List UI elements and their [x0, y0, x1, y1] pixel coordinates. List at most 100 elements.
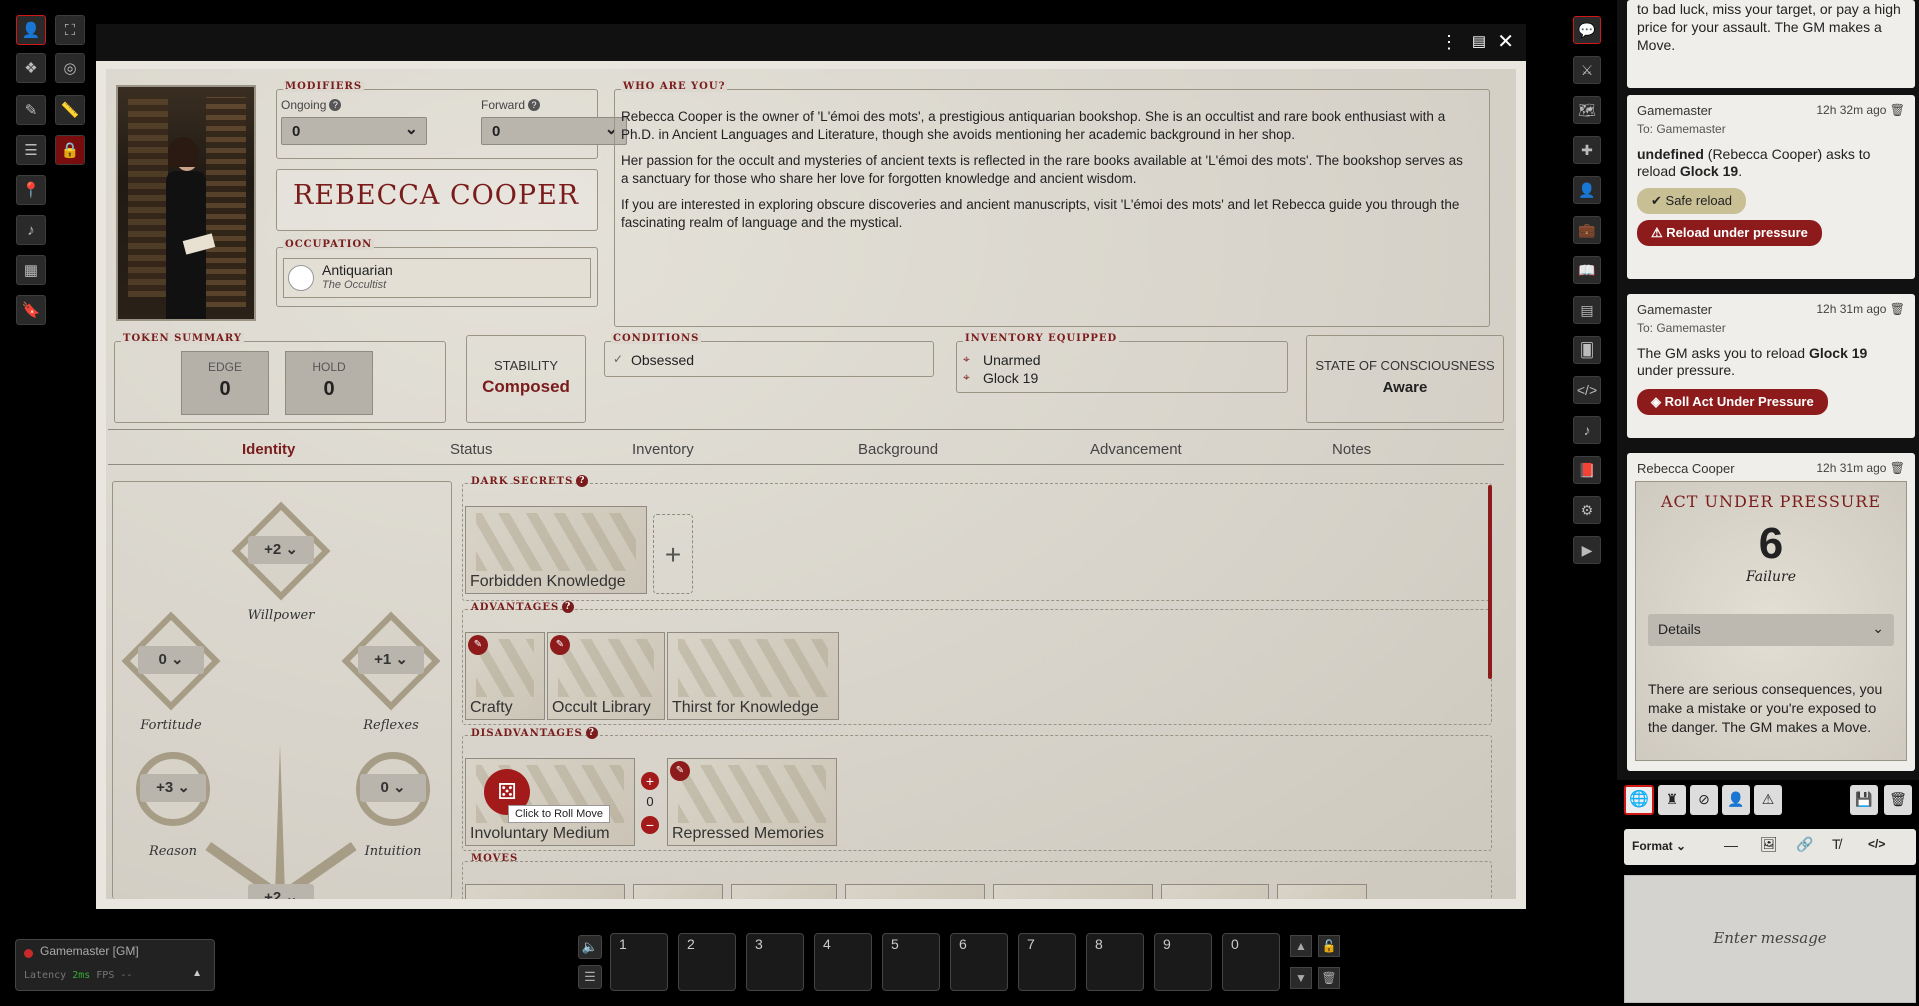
details-dropdown[interactable]: Details ⌄ [1648, 614, 1894, 646]
tab-status[interactable]: Status [450, 441, 493, 458]
public-roll-icon[interactable]: 🌐 [1624, 785, 1654, 815]
link-icon[interactable]: 🔗 [1796, 836, 1813, 853]
edge-counter[interactable]: EDGE 0 [181, 351, 269, 415]
biography-section[interactable]: who are you? Rebecca Cooper is the owner… [614, 81, 1490, 327]
trash-icon[interactable]: 🗑 [1890, 103, 1905, 117]
consciousness-box[interactable]: STATE OF CONSCIOUSNESS Aware [1306, 335, 1504, 423]
combat-tab[interactable]: ⚔ [1573, 56, 1601, 84]
tab-advancement[interactable]: Advancement [1090, 441, 1182, 458]
increment-button[interactable]: + [641, 772, 659, 790]
blind-roll-icon[interactable]: ⊘ [1690, 785, 1718, 815]
page-down-icon[interactable]: ▼ [1290, 967, 1312, 989]
hotbar-slot[interactable]: 2 [678, 933, 736, 991]
name-field-box[interactable]: Rebecca Cooper [276, 169, 598, 231]
tab-background[interactable]: Background [858, 441, 938, 458]
bottom-attribute-select[interactable]: +2 ⌄ [248, 884, 314, 899]
hotbar-slot[interactable]: 1 [610, 933, 668, 991]
vertical-dots-icon[interactable]: ⋮ [1440, 32, 1458, 53]
notes-button[interactable]: 📍 [16, 175, 46, 205]
trash-icon[interactable]: 🗑 [1884, 785, 1912, 815]
safe-reload-button[interactable]: ✔ Safe reload [1637, 188, 1747, 214]
help-icon[interactable]: ? [576, 475, 589, 487]
image-icon[interactable]: 🖼 [1760, 836, 1778, 853]
tiles-button[interactable]: ❖ [16, 53, 46, 83]
draw-button[interactable]: ✎ [16, 95, 46, 125]
help-icon[interactable]: ? [562, 601, 575, 613]
decrement-button[interactable]: − [641, 816, 659, 834]
hotbar-slot[interactable]: 3 [746, 933, 804, 991]
self-roll-icon[interactable]: 👤 [1722, 785, 1750, 815]
bookmark-button[interactable]: 🔖 [16, 295, 46, 325]
card-occult-library[interactable]: ✎ Occult Library [547, 632, 665, 720]
collapse-sidebar-button[interactable]: ▶ [1573, 536, 1601, 564]
close-icon[interactable]: ✕ [1497, 29, 1514, 54]
roll-act-under-pressure-button[interactable]: ◈ Roll Act Under Pressure [1637, 389, 1828, 415]
macros-tab[interactable]: </> [1573, 376, 1601, 404]
scrollbar-thumb[interactable] [1488, 485, 1492, 679]
actors-tab[interactable]: 👤 [1573, 176, 1601, 204]
portrait-image[interactable] [116, 85, 256, 321]
tab-inventory[interactable]: Inventory [632, 441, 694, 458]
lock-button[interactable]: 🔒 [55, 135, 85, 165]
hotbar-slot[interactable]: 7 [1018, 933, 1076, 991]
grid-button[interactable]: ▦ [16, 255, 46, 285]
playlists-tab[interactable]: ♪ [1573, 416, 1601, 444]
inventory-item[interactable]: Glock 19 [983, 370, 1038, 386]
code-icon[interactable]: </> [1868, 837, 1885, 851]
hotbar-slot[interactable]: 4 [814, 933, 872, 991]
character-name[interactable]: Rebecca Cooper [293, 180, 579, 211]
willpower-select[interactable]: +2 ⌄ [248, 536, 314, 564]
intuition-select[interactable]: 0 ⌄ [360, 774, 426, 802]
page-up-icon[interactable]: ▲ [1290, 935, 1312, 957]
card-crafty[interactable]: ✎ Crafty [465, 632, 545, 720]
card-repressed-memories[interactable]: ✎ Repressed Memories [667, 758, 837, 846]
hotbar-slot[interactable]: 5 [882, 933, 940, 991]
tab-identity[interactable]: Identity [242, 441, 295, 458]
cards-tab[interactable]: 🂠 [1573, 336, 1601, 364]
move-card[interactable] [731, 884, 837, 899]
moves-scroll-area[interactable]: dark secrets? Forbidden Knowledge + adva… [460, 475, 1494, 899]
chevron-up-icon[interactable]: ▲ [192, 968, 202, 979]
gm-roll-icon[interactable]: ♜ [1658, 785, 1686, 815]
move-card[interactable] [465, 884, 625, 899]
sheet-icon[interactable]: ▤ [1472, 32, 1486, 50]
target-button[interactable]: ◎ [55, 53, 85, 83]
scenes-tab[interactable]: 🗺 [1573, 96, 1601, 124]
fortitude-select[interactable]: 0 ⌄ [138, 646, 204, 674]
clear-format-icon[interactable]: T̸ [1832, 836, 1841, 852]
volume-icon[interactable]: 🔈 [578, 935, 602, 959]
sound-button[interactable]: ♪ [16, 215, 46, 245]
inventory-item[interactable]: Unarmed [983, 352, 1041, 368]
move-card[interactable] [633, 884, 723, 899]
compendium-tab[interactable]: 📕 [1573, 456, 1601, 484]
warning-roll-icon[interactable]: ⚠ [1754, 785, 1782, 815]
items-tab[interactable]: 💼 [1573, 216, 1601, 244]
card-involuntary-medium[interactable]: ⚄ Click to Roll Move Involuntary Medium [465, 758, 635, 846]
condition-item[interactable]: Obsessed [631, 352, 694, 368]
trash-icon[interactable]: 🗑 [1318, 967, 1340, 989]
actors-tab[interactable]: ✚ [1573, 136, 1601, 164]
reload-under-pressure-button[interactable]: ⚠ Reload under pressure [1637, 220, 1822, 246]
hold-counter[interactable]: HOLD 0 [285, 351, 373, 415]
hotbar-slot[interactable]: 6 [950, 933, 1008, 991]
help-icon[interactable]: ? [329, 99, 342, 111]
stability-box[interactable]: STABILITY Composed [466, 335, 586, 423]
ongoing-select[interactable]: 0 [281, 117, 427, 145]
list-icon[interactable]: ☰ [578, 965, 602, 989]
roll-badge-icon[interactable]: ✎ [468, 635, 488, 655]
forward-select[interactable]: 0 [481, 117, 627, 145]
occupation-card[interactable]: Antiquarian The Occultist [283, 258, 591, 298]
card-thirst-for-knowledge[interactable]: Thirst for Knowledge [667, 632, 839, 720]
settings-tab[interactable]: ⚙ [1573, 496, 1601, 524]
hotbar-slot[interactable]: 0 [1222, 933, 1280, 991]
hotbar-slot[interactable]: 8 [1086, 933, 1144, 991]
chat-tab[interactable]: 💬 [1573, 16, 1601, 44]
move-card[interactable] [1161, 884, 1269, 899]
reason-select[interactable]: +3 ⌄ [140, 774, 206, 802]
trash-icon[interactable]: 🗑 [1890, 302, 1905, 316]
token-controls-button[interactable]: 👤 [16, 15, 46, 45]
chat-message-input[interactable]: Enter message [1624, 875, 1916, 1003]
move-card[interactable] [845, 884, 985, 899]
window-titlebar[interactable]: ⋮ ▤ ✕ [96, 24, 1526, 61]
move-card[interactable] [993, 884, 1153, 899]
